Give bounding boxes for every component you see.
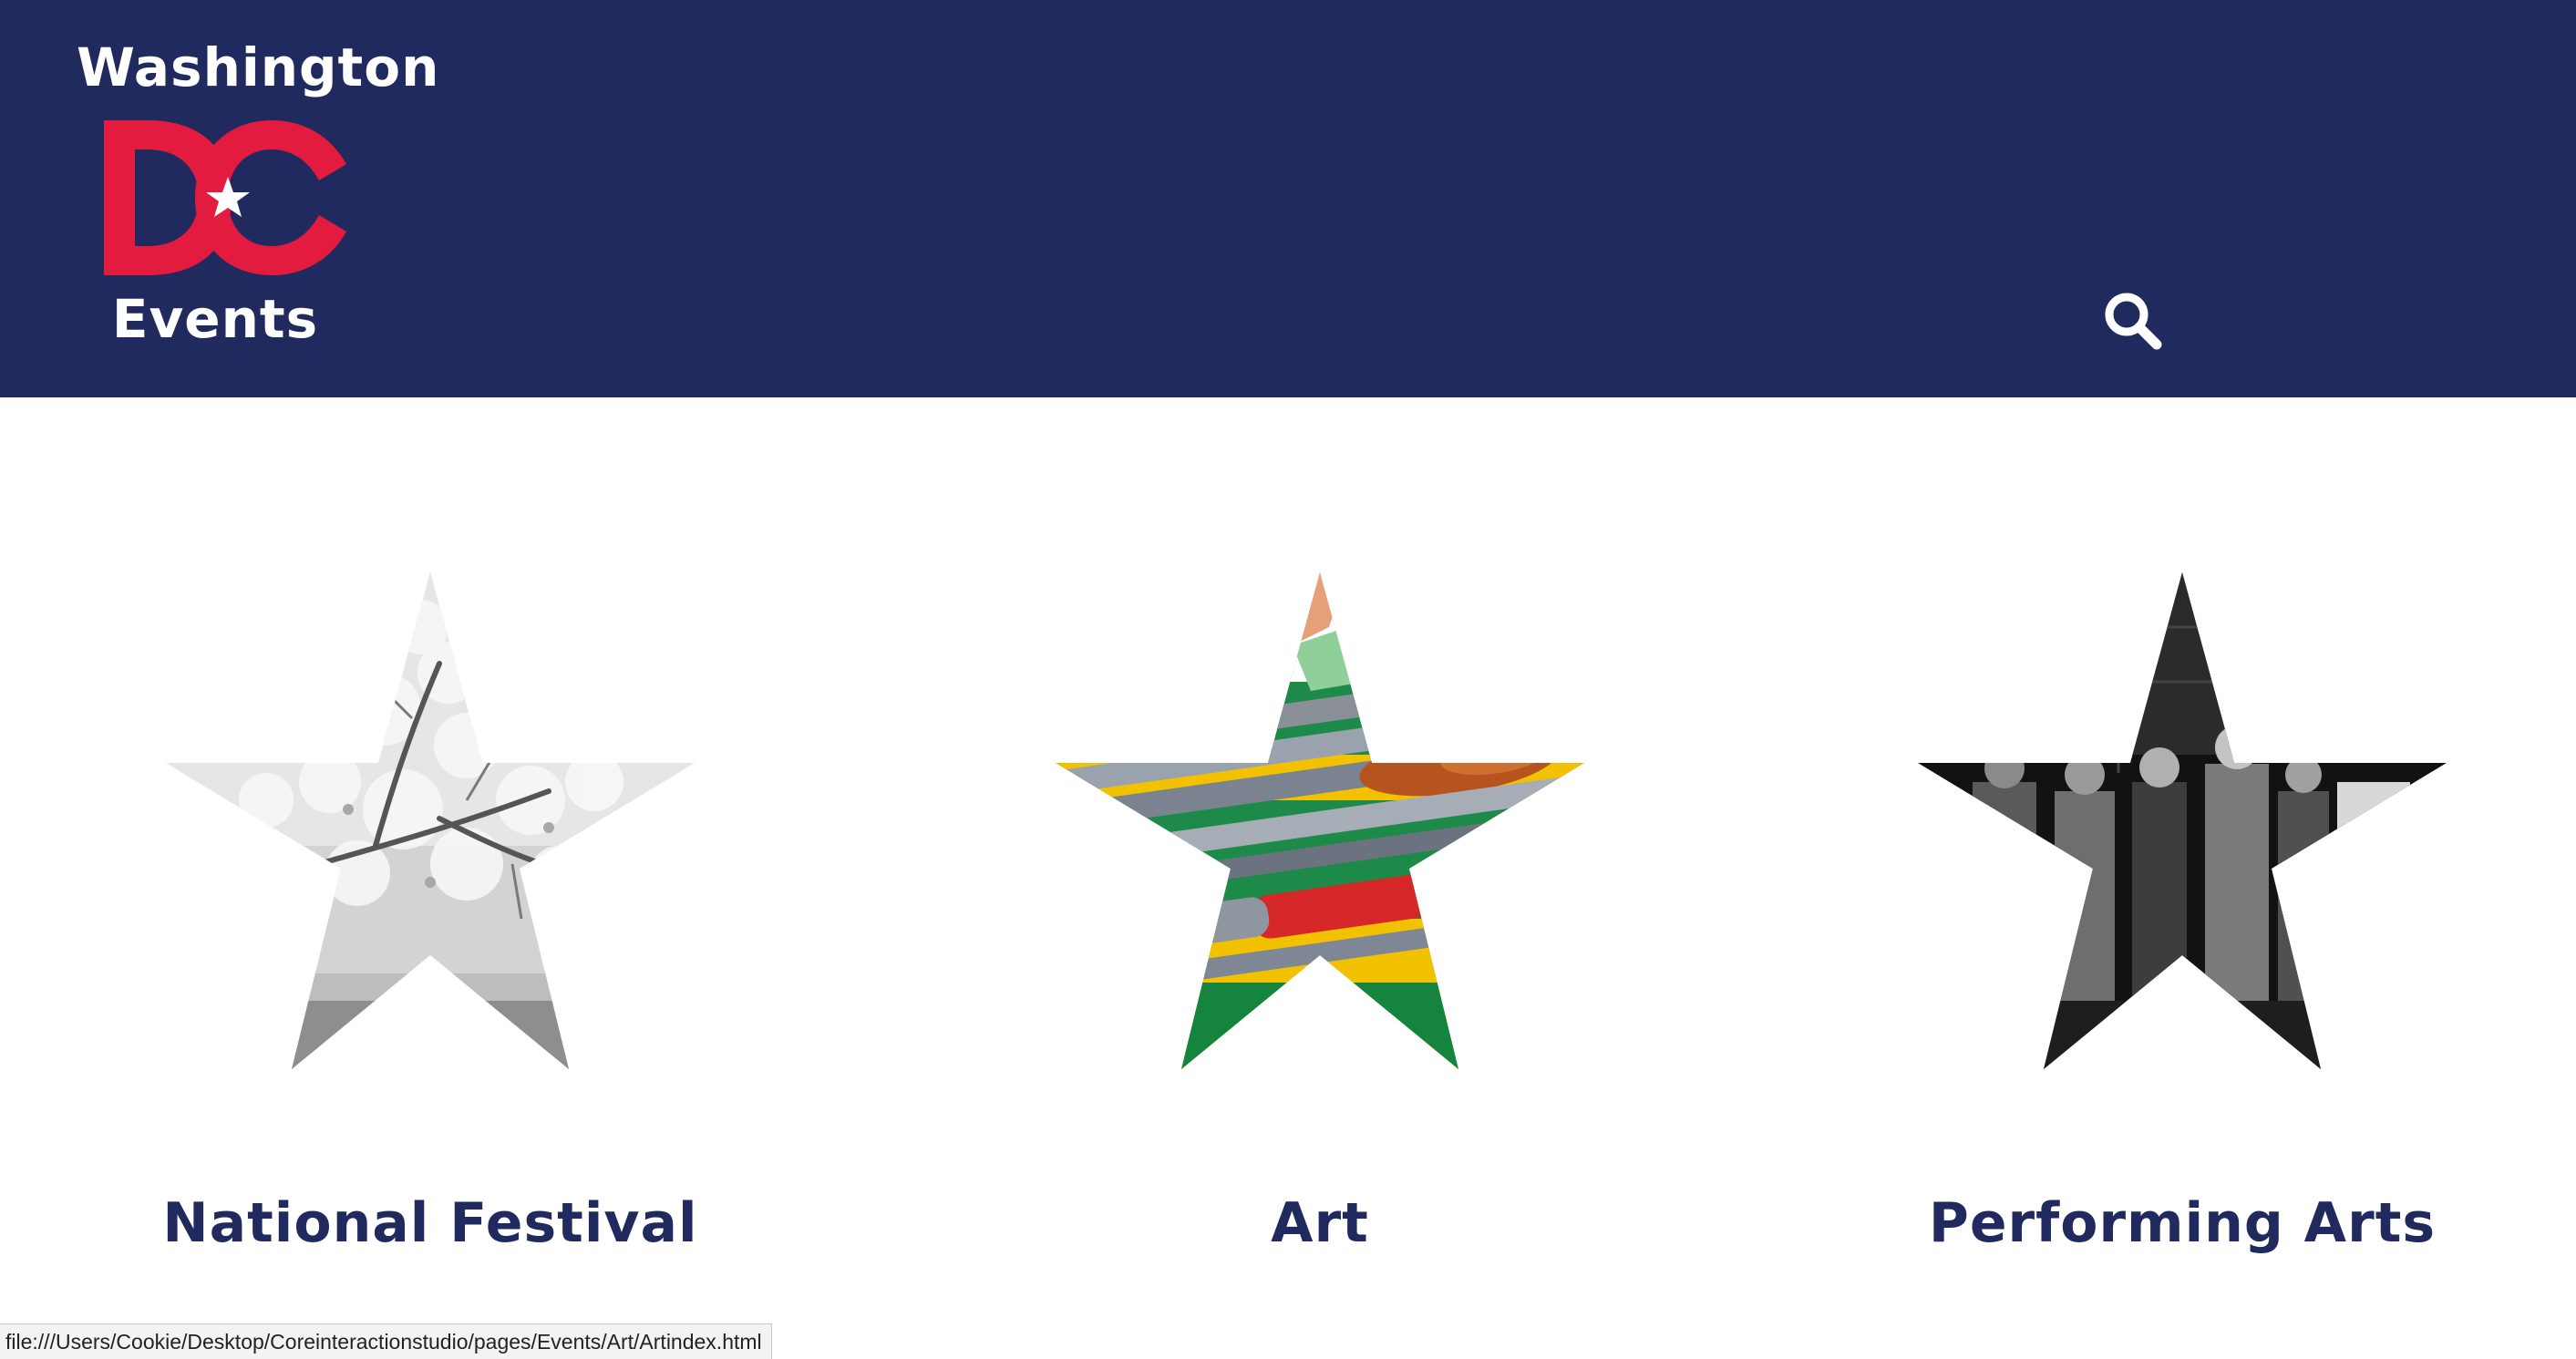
- logo-washington-text: Washington: [77, 36, 440, 98]
- performers-star-image: [1918, 572, 2447, 1069]
- site-header: Washington Events: [0, 0, 2576, 397]
- category-card-art[interactable]: Art: [1056, 572, 1584, 1265]
- paint-brushes-star-image: [1056, 572, 1584, 1069]
- category-label[interactable]: Art: [1019, 1187, 1621, 1260]
- search-button[interactable]: [2100, 288, 2166, 354]
- category-card-performing-arts[interactable]: Performing Arts: [1918, 572, 2447, 1265]
- browser-status-bar: file:///Users/Cookie/Desktop/Coreinterac…: [0, 1323, 772, 1359]
- cherry-blossom-star-image: [166, 572, 695, 1069]
- search-icon: [2105, 293, 2162, 350]
- dc-events-logo[interactable]: Washington Events: [64, 33, 440, 361]
- category-label[interactable]: National Festival: [129, 1187, 731, 1260]
- dc-logo-mark: [104, 120, 346, 275]
- category-label[interactable]: Performing Arts: [1881, 1187, 2483, 1260]
- category-card-national-festival[interactable]: National Festival: [162, 572, 697, 1265]
- logo-events-text: Events: [111, 288, 319, 350]
